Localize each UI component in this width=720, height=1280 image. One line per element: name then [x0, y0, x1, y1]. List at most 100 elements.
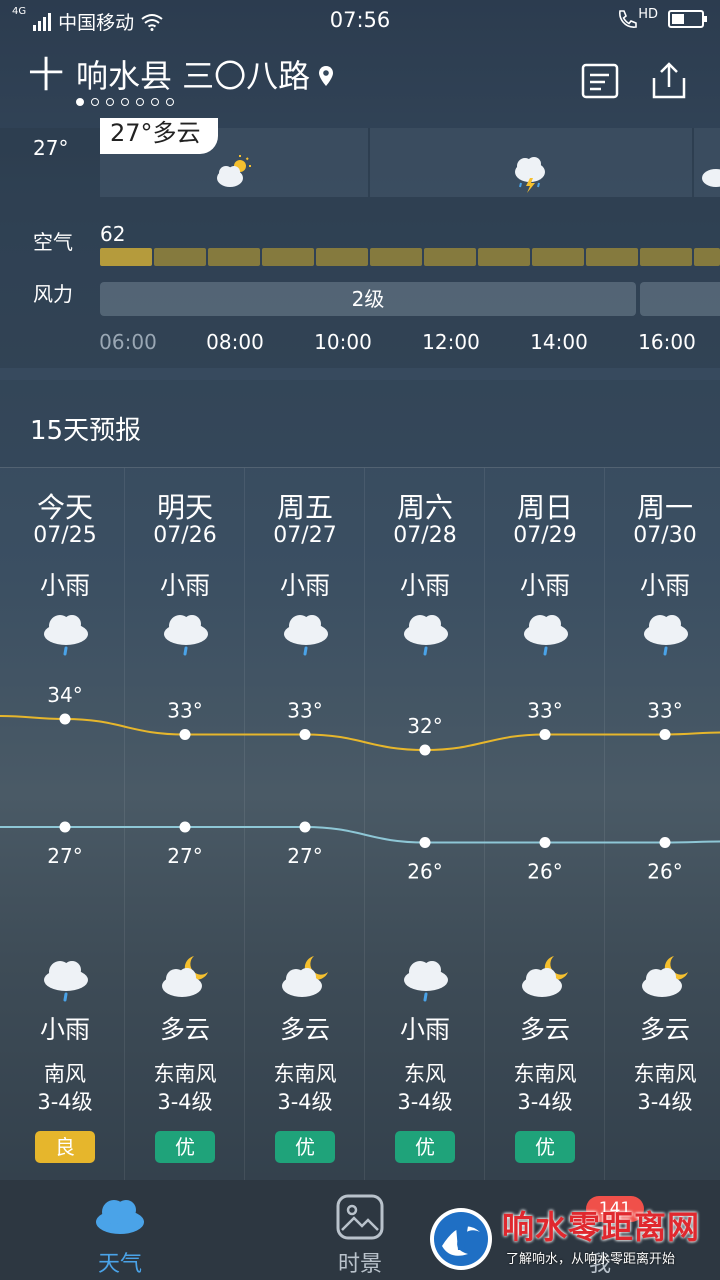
- page-dot: [76, 98, 84, 106]
- air-value: 62: [100, 222, 126, 246]
- day-name: 周日: [516, 491, 573, 524]
- day-date: 07/26: [153, 523, 217, 548]
- day-date: 07/29: [513, 523, 577, 548]
- aqi-bar: [316, 248, 368, 266]
- hour-label: 10:00: [314, 330, 372, 354]
- wind-value: 2级: [351, 287, 385, 311]
- high-temp-label: 34°: [47, 683, 82, 707]
- aqi-bar: [532, 248, 584, 266]
- night-condition: 多云: [159, 1015, 210, 1044]
- high-temp-label: 33°: [647, 699, 682, 723]
- hour-label: 14:00: [530, 330, 588, 354]
- high-temp-label: 33°: [527, 699, 562, 723]
- high-temp-label: 32°: [407, 714, 442, 738]
- news-icon[interactable]: [580, 60, 622, 102]
- day-condition: 小雨: [639, 571, 690, 600]
- wind-level: 3-4级: [37, 1090, 93, 1114]
- day-name: 周六: [396, 491, 453, 524]
- night-condition: 小雨: [399, 1015, 450, 1044]
- rain-cloud-icon: [280, 606, 332, 658]
- status-bar: 4G 中国移动 07:56 HD: [0, 0, 720, 40]
- rain-cloud-icon: [520, 606, 572, 658]
- high-temp-label: 33°: [287, 699, 322, 723]
- day-name: 今天: [36, 491, 93, 524]
- page-dot: [151, 98, 159, 106]
- rain-cloud-icon: [40, 606, 92, 658]
- hour-label: 06:00: [99, 330, 157, 354]
- wind-level: 3-4级: [517, 1090, 573, 1114]
- aqi-bar: [478, 248, 530, 266]
- night-condition: 多云: [639, 1015, 690, 1044]
- low-temp-point: [419, 837, 431, 848]
- add-city-button[interactable]: 十: [28, 56, 64, 96]
- high-temp-point: [179, 729, 191, 740]
- share-icon[interactable]: [648, 60, 690, 102]
- clock: 07:56: [329, 8, 391, 32]
- rain-cloud-icon: [640, 606, 692, 658]
- aqi-badge: 优: [275, 1131, 335, 1163]
- day-condition: 小雨: [279, 571, 330, 600]
- low-temp-point: [299, 821, 311, 833]
- wind-level: 3-4级: [277, 1090, 333, 1114]
- page-dot: [91, 98, 99, 106]
- rain-cloud-icon: [160, 606, 212, 658]
- call-hd-icon: [619, 10, 638, 28]
- day-date: 07/25: [33, 523, 97, 548]
- low-temp-line: [0, 826, 720, 844]
- day-date: 07/27: [273, 523, 337, 548]
- wind-direction: 东南风: [153, 1062, 217, 1086]
- low-temp-label: 27°: [47, 844, 82, 868]
- rain-cloud-icon: [400, 606, 452, 658]
- low-temp-label: 26°: [647, 860, 682, 884]
- high-temp-point: [59, 713, 71, 725]
- location-pin-icon: [319, 66, 334, 86]
- day-date: 07/30: [633, 523, 697, 548]
- header: 十 响水县 三〇八路: [0, 40, 720, 130]
- hour-label: 08:00: [206, 330, 264, 354]
- air-label: 空气: [33, 230, 73, 254]
- aqi-bar: [100, 248, 152, 266]
- low-temp-label: 27°: [287, 844, 322, 868]
- moon-cloud-icon: [520, 952, 572, 1004]
- status-right: HD: [616, 7, 708, 30]
- day-date: 07/28: [393, 523, 457, 548]
- high-temp-label: 33°: [167, 699, 202, 723]
- city-title[interactable]: 响水县 三〇八路: [76, 56, 334, 96]
- hour-label: 12:00: [422, 330, 480, 354]
- nav-weather-label: 天气: [97, 1252, 142, 1277]
- high-temp-point: [659, 729, 671, 740]
- aqi-badge: 优: [155, 1131, 215, 1163]
- page-dot: [166, 98, 174, 106]
- day-condition: 小雨: [519, 571, 570, 600]
- low-temp-point: [59, 821, 71, 833]
- site-logo-icon: [430, 1208, 492, 1270]
- sun-cloud-icon: [217, 155, 251, 187]
- moon-cloud-icon: [160, 952, 212, 1004]
- temperature-chart: 34° 27° 33° 27° 33° 27° 32° 26° 33° 26° 33° 26°: [0, 683, 720, 884]
- wind-direction: 南风: [44, 1062, 86, 1086]
- wind-level: 3-4级: [157, 1090, 213, 1114]
- watermark-title: 响水零距离网: [502, 1208, 701, 1246]
- high-temp-point: [539, 729, 551, 740]
- low-temp-label: 26°: [527, 860, 562, 884]
- rain-cloud-icon: [40, 952, 92, 1004]
- page-dot: [121, 98, 129, 106]
- day-name: 周五: [276, 491, 333, 524]
- cloud-icon: [96, 1200, 144, 1234]
- wind-bar: [640, 282, 720, 316]
- aqi-bar: [586, 248, 638, 266]
- low-temp-point: [659, 837, 671, 848]
- high-temp-point: [299, 729, 311, 740]
- aqi-bar: [262, 248, 314, 266]
- low-temp-label: 27°: [167, 844, 202, 868]
- aqi-bar: [694, 248, 720, 266]
- aqi-badge: 优: [395, 1131, 455, 1163]
- cloud-edge-icon: [702, 169, 720, 187]
- day-condition: 小雨: [399, 571, 450, 600]
- page-indicator: [76, 98, 174, 106]
- nav-weather[interactable]: 天气: [0, 1180, 240, 1280]
- aqi-bar: [424, 248, 476, 266]
- aqi-badge: 良: [35, 1131, 95, 1163]
- moon-cloud-icon: [640, 952, 692, 1004]
- night-condition: 小雨: [39, 1015, 90, 1044]
